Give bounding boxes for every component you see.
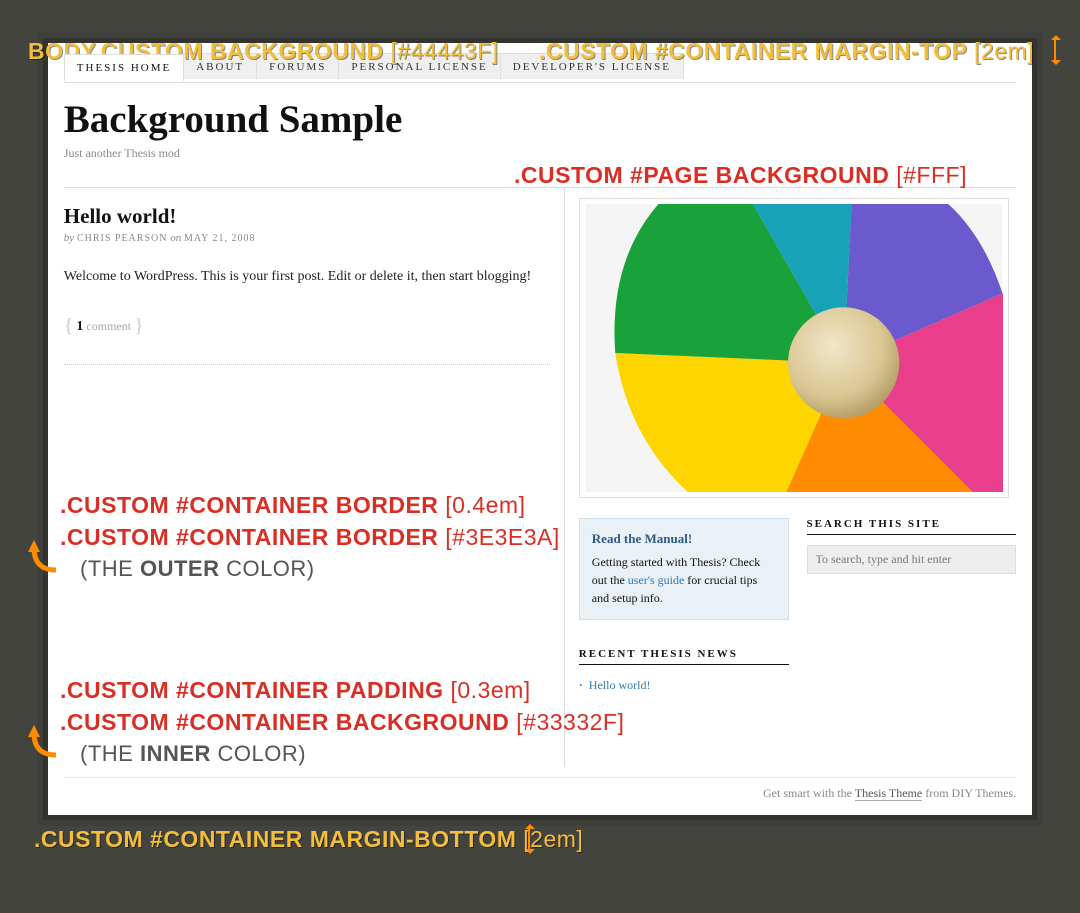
search-input[interactable] — [807, 545, 1017, 574]
users-guide-link[interactable]: user's guide — [628, 573, 684, 587]
nav-link[interactable]: PERSONAL LICENSE — [339, 54, 499, 79]
site-tagline: Just another Thesis mod — [64, 146, 1016, 161]
post-date: MAY 21, 2008 — [184, 233, 256, 244]
nav-tab-thesis-home[interactable]: THESIS HOME — [64, 54, 184, 81]
list-item[interactable]: Hello world! — [579, 675, 789, 696]
sidebar: Read the Manual! Getting started with Th… — [564, 187, 1016, 767]
nav-tab-personal-license[interactable]: PERSONAL LICENSE — [338, 53, 500, 79]
page: THESIS HOME ABOUT FORUMS PERSONAL LICENS… — [48, 43, 1032, 815]
nav-tab-developers-license[interactable]: DEVELOPER'S LICENSE — [500, 53, 684, 79]
arrow-margin-bottom-icon — [528, 827, 530, 851]
post-author[interactable]: CHRIS PEARSON — [77, 233, 168, 244]
thesis-theme-link[interactable]: Thesis Theme — [855, 786, 922, 801]
main-column: Hello world! by CHRIS PEARSON on MAY 21,… — [64, 187, 564, 767]
post-excerpt: Welcome to WordPress. This is your first… — [64, 266, 544, 288]
nav-link[interactable]: ABOUT — [184, 54, 256, 79]
sidebar-col-right: SEARCH THIS SITE — [807, 518, 1017, 697]
post-byline: by CHRIS PEARSON on MAY 21, 2008 — [64, 232, 550, 244]
nav-link[interactable]: DEVELOPER'S LICENSE — [501, 54, 683, 79]
news-link[interactable]: Hello world! — [589, 678, 651, 692]
manual-heading[interactable]: Read the Manual! — [592, 529, 776, 549]
site-title[interactable]: Background Sample — [64, 97, 1016, 142]
hero-image — [579, 198, 1009, 498]
nav-tab-about[interactable]: ABOUT — [183, 53, 257, 79]
arrow-margin-top-icon — [1054, 38, 1056, 62]
nav-link[interactable]: FORUMS — [257, 54, 338, 79]
container: THESIS HOME ABOUT FORUMS PERSONAL LICENS… — [37, 32, 1043, 826]
sidebar-col-left: Read the Manual! Getting started with Th… — [579, 518, 789, 697]
footer: Get smart with the Thesis Theme from DIY… — [64, 777, 1016, 801]
post-title[interactable]: Hello world! — [64, 204, 550, 229]
nav-link[interactable]: THESIS HOME — [65, 55, 183, 80]
search-heading: SEARCH THIS SITE — [807, 518, 1017, 535]
nav-tabs: THESIS HOME ABOUT FORUMS PERSONAL LICENS… — [64, 53, 1016, 83]
comment-count[interactable]: { 1 comment } — [64, 315, 550, 365]
nav-tab-forums[interactable]: FORUMS — [256, 53, 339, 79]
recent-news-list: Hello world! — [579, 675, 789, 696]
manual-widget: Read the Manual! Getting started with Th… — [579, 518, 789, 621]
recent-news-heading: RECENT THESIS NEWS — [579, 648, 789, 665]
pinwheel-icon — [585, 204, 1003, 492]
anno-margin-bottom: .CUSTOM #CONTAINER MARGIN-BOTTOM [2em] — [34, 826, 583, 853]
